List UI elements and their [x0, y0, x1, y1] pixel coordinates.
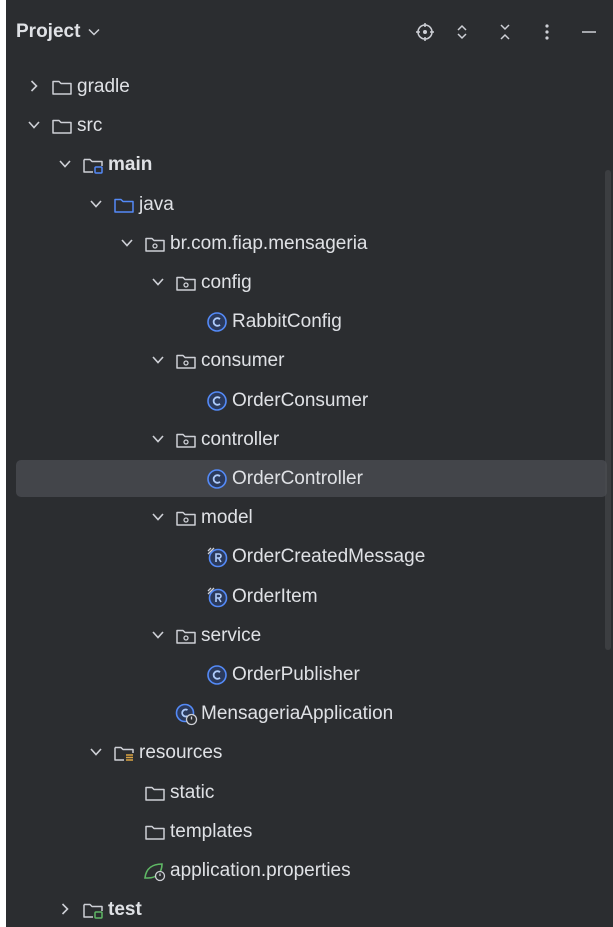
chevron-down-icon[interactable]	[149, 351, 167, 369]
package-icon	[174, 506, 198, 530]
tree-node-label: MensageriaApplication	[201, 703, 394, 724]
package-icon	[174, 428, 198, 452]
tree-node-label: controller	[201, 429, 280, 450]
tree-node-label: OrderController	[232, 468, 363, 489]
chevron-down-icon[interactable]	[149, 430, 167, 448]
minimize-icon[interactable]	[576, 18, 602, 46]
tree-node-orderpublisher[interactable]: OrderPublisher	[6, 655, 613, 694]
tree-node-templates[interactable]: templates	[6, 812, 613, 851]
tree-node-label: consumer	[201, 350, 285, 371]
tool-window-title: Project	[16, 21, 81, 42]
folder-icon	[143, 781, 167, 805]
tree-node-label: config	[201, 272, 252, 293]
tree-node-main[interactable]: main	[6, 145, 613, 184]
tool-window-header: Project	[6, 0, 613, 64]
chevron-down-icon[interactable]	[87, 743, 105, 761]
tree-node-resources[interactable]: resources	[6, 733, 613, 772]
tree-node-label: src	[77, 115, 103, 136]
tree-node-label: application.properties	[170, 860, 351, 881]
tree-node-br-com-fiap-mensageria[interactable]: br.com.fiap.mensageria	[6, 224, 613, 263]
tree-node-label: OrderPublisher	[232, 664, 360, 685]
tree-node-java[interactable]: java	[6, 185, 613, 224]
class-icon	[205, 310, 229, 334]
tree-node-label: templates	[170, 821, 253, 842]
chevron-right-icon[interactable]	[25, 77, 43, 95]
chevron-down-icon[interactable]	[149, 508, 167, 526]
chevron-down-icon[interactable]	[118, 234, 136, 252]
tree-node-label: test	[108, 899, 142, 920]
spring-boot-class-icon	[174, 702, 198, 726]
tree-node-label: OrderCreatedMessage	[232, 546, 426, 567]
tree-node-label: br.com.fiap.mensageria	[170, 233, 368, 254]
tree-node-consumer[interactable]: consumer	[6, 341, 613, 380]
tree-node-model[interactable]: model	[6, 498, 613, 537]
chevron-down-icon[interactable]	[87, 195, 105, 213]
tree-node-label: main	[108, 154, 153, 175]
package-icon	[174, 624, 198, 648]
collapse-all-icon[interactable]	[492, 18, 518, 46]
package-icon	[174, 349, 198, 373]
chevron-down-icon[interactable]	[149, 273, 167, 291]
chevron-down-icon[interactable]	[149, 626, 167, 644]
more-options-icon[interactable]	[534, 18, 560, 46]
package-icon	[174, 271, 198, 295]
folder-icon	[50, 114, 74, 138]
project-tool-window: Project gradle src main java br.com.fiap.men…	[6, 0, 613, 927]
expand-all-icon[interactable]	[449, 18, 475, 46]
tree-node-label: resources	[139, 742, 223, 763]
chevron-down-icon[interactable]	[25, 116, 43, 134]
tree-node-label: model	[201, 507, 253, 528]
tree-node-config[interactable]: config	[6, 263, 613, 302]
tree-node-label: OrderConsumer	[232, 390, 369, 411]
folder-icon	[143, 820, 167, 844]
project-view-selector[interactable]: Project	[16, 18, 100, 46]
tree-node-orderitem[interactable]: OrderItem	[6, 577, 613, 616]
tree-node-ordercreatedmessage[interactable]: OrderCreatedMessage	[6, 537, 613, 576]
record-icon	[205, 585, 229, 609]
chevron-down-icon[interactable]	[56, 155, 74, 173]
spring-properties-icon	[143, 859, 167, 883]
tree-node-label: OrderItem	[232, 586, 318, 607]
tree-node-controller[interactable]: controller	[6, 420, 613, 459]
tree-node-orderconsumer[interactable]: OrderConsumer	[6, 381, 613, 420]
class-icon	[205, 389, 229, 413]
tree-node-label: gradle	[77, 76, 130, 97]
locate-icon[interactable]	[412, 18, 438, 46]
resources-folder-icon	[112, 741, 136, 765]
chevron-right-icon[interactable]	[56, 900, 74, 918]
test-root-folder-icon	[81, 898, 105, 922]
chevron-down-icon	[88, 28, 100, 36]
source-folder-icon	[112, 193, 136, 217]
class-icon	[205, 467, 229, 491]
tree-node-rabbitconfig[interactable]: RabbitConfig	[6, 302, 613, 341]
class-icon	[205, 663, 229, 687]
source-root-folder-icon	[81, 153, 105, 177]
tree-node-label: RabbitConfig	[232, 311, 342, 332]
tree-node-src[interactable]: src	[6, 106, 613, 145]
tree-node-gradle[interactable]: gradle	[6, 67, 613, 106]
record-icon	[205, 545, 229, 569]
tree-node-test[interactable]: test	[6, 890, 613, 927]
vertical-scrollbar[interactable]	[605, 170, 611, 650]
tree-node-label: java	[139, 194, 174, 215]
tree-node-label: service	[201, 625, 262, 646]
package-icon	[143, 232, 167, 256]
tree-node-ordercontroller[interactable]: OrderController	[6, 459, 613, 498]
tree-node-service[interactable]: service	[6, 616, 613, 655]
folder-icon	[50, 75, 74, 99]
tree-node-application-properties[interactable]: application.properties	[6, 851, 613, 890]
tree-node-mensageriaapplication[interactable]: MensageriaApplication	[6, 694, 613, 733]
tree-node-static[interactable]: static	[6, 773, 613, 812]
tree-node-label: static	[170, 782, 215, 803]
